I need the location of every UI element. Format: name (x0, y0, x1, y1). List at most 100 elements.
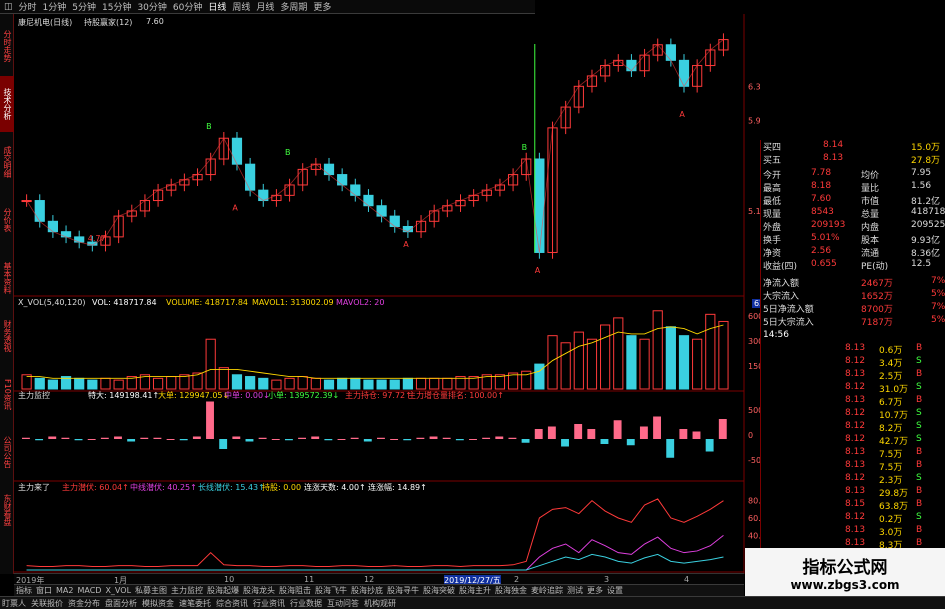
left-tab-3[interactable]: 分价表 (0, 192, 14, 248)
left-tab-0[interactable]: 分时走势 (0, 18, 14, 74)
info-tab-4[interactable]: 模拟资金 (142, 598, 174, 609)
info-tab-2[interactable]: 资金分布 (68, 598, 100, 609)
volume-bar (613, 317, 624, 390)
info-tab-1[interactable]: 关联报价 (31, 598, 63, 609)
period-button-2[interactable]: 1分钟 (43, 0, 67, 13)
candle (47, 220, 58, 233)
volume-bar (415, 377, 427, 390)
indicator-tab-11[interactable]: 股海抄底 (351, 585, 383, 596)
date-label: 2 (514, 575, 520, 584)
trade-tick-row-cell: 42.7万 (879, 437, 909, 447)
period-button-1[interactable]: 分时 (19, 0, 37, 13)
stat-row-cell: 量比 (861, 184, 880, 194)
period-button-8[interactable]: 周线 (232, 0, 250, 13)
main-force-bar (61, 437, 70, 439)
period-button-9[interactable]: 月线 (256, 0, 274, 13)
info-tab-0[interactable]: 盯票人 (2, 598, 26, 609)
volume-bar (692, 338, 703, 390)
trade-tick-row-cell: 10.7万 (879, 411, 909, 421)
left-tab-8[interactable]: 东财看盘 (0, 482, 14, 538)
period-button-7[interactable]: 日线 (208, 0, 226, 13)
info-tab-8[interactable]: 行业数据 (290, 598, 322, 609)
trade-tick-row: 8.13 7.5万 B (761, 447, 945, 460)
indicator-tab-15[interactable]: 股海独金 (495, 585, 527, 596)
indicator-tab-6[interactable]: 主力监控 (171, 585, 203, 596)
volume-tick: 30000 (748, 337, 760, 346)
info-tab-bar: 盯票人 关联报价 资金分布 盘面分析 模拟资金 速笔委托 综合资讯 行业资讯 行业数据 互动问答机… (0, 596, 945, 609)
arrival-tick: 40.00 (748, 531, 760, 540)
indicator-tab-7[interactable]: 股海起爆 (207, 585, 239, 596)
info-tab-3[interactable]: 盘面分析 (105, 598, 137, 609)
arrival-tick: 60.00 (748, 514, 760, 523)
indicator-tab-9[interactable]: 股海阻击 (279, 585, 311, 596)
indicator-tab-1[interactable]: 窗口 (36, 585, 52, 596)
info-tab-7[interactable]: 行业资讯 (253, 598, 285, 609)
indicator-tab-19[interactable]: 设置 (607, 585, 623, 596)
indicator-tab-12[interactable]: 股海寻牛 (387, 585, 419, 596)
price-tick: 6.30 (748, 82, 760, 91)
info-tab-10[interactable]: 机构观研 (364, 598, 396, 609)
candle (323, 163, 335, 176)
main-force-bar (284, 439, 293, 441)
trade-tick-row-cell: B (916, 343, 923, 353)
period-button-6[interactable]: 60分钟 (173, 0, 202, 13)
volume-bar (297, 376, 308, 390)
trade-tick-row-cell: 8.13 (845, 486, 866, 496)
info-tab-5[interactable]: 速笔委托 (179, 598, 211, 609)
period-button-10[interactable]: 多周期 (280, 0, 307, 13)
trade-tick-row-cell: 8.12 (845, 356, 866, 366)
volume-bar (376, 379, 387, 390)
indicator-tab-13[interactable]: 股海突破 (423, 585, 455, 596)
period-button-0[interactable]: ◫ (4, 2, 13, 12)
indicator-tab-0[interactable]: 指标 (16, 585, 32, 596)
period-button-3[interactable]: 5分钟 (72, 0, 96, 13)
left-tab-6[interactable]: F10资讯 (0, 366, 14, 422)
arrival-title: 主力来了 (18, 483, 50, 492)
main-force-bar (100, 437, 109, 439)
arrival-line-2 (26, 553, 724, 571)
force-tick: -50000 (748, 456, 760, 465)
main-force-bar (390, 439, 399, 440)
stat-row-cell: 9.93亿 (911, 236, 941, 246)
left-tab-4[interactable]: 基本资料 (0, 250, 14, 306)
trade-tick-row: 8.13 29.8万 B (761, 486, 945, 499)
trade-tick-row: 8.12 10.7万 S (761, 408, 945, 421)
info-tab-6[interactable]: 综合资讯 (216, 598, 248, 609)
left-tab-1[interactable]: 技术分析 (0, 76, 14, 132)
indicator-tab-5[interactable]: 私募主图 (135, 585, 167, 596)
trade-tick-row-cell: S (916, 408, 922, 418)
indicator-tab-10[interactable]: 股海飞牛 (315, 585, 347, 596)
indicator-tab-8[interactable]: 股海龙头 (243, 585, 275, 596)
indicator-tab-2[interactable]: MA2 (56, 586, 73, 595)
main-force-bar (363, 439, 372, 442)
annotation-A: A (232, 204, 238, 213)
candle (350, 184, 361, 196)
trade-tick-row: 8.13 3.0万 B (761, 525, 945, 538)
main-force-bar (48, 436, 57, 439)
trade-tick-row: 8.15 63.8万 B (761, 499, 945, 512)
indicator-tab-14[interactable]: 股海主升 (459, 585, 491, 596)
stat-row-cell: 股本 (861, 236, 880, 246)
left-tab-2[interactable]: 成交明细 (0, 134, 14, 190)
info-tab-9[interactable]: 互动问答 (327, 598, 359, 609)
indicator-tab-4[interactable]: X_VOL (105, 586, 131, 595)
volume-bar (718, 320, 729, 390)
indicator-tab-3[interactable]: MACD (77, 586, 101, 595)
indicator-tab-18[interactable]: 更多 (587, 585, 603, 596)
left-tab-5[interactable]: 财务透视 (0, 308, 14, 364)
stat-row-cell: 最低 (763, 197, 782, 207)
watermark: 指标公式网 www.zbgs3.com (745, 548, 945, 596)
orderbook-row-cell: 买五 (763, 156, 782, 166)
indicator-tab-17[interactable]: 测试 (567, 585, 583, 596)
annotation-A: A (535, 266, 541, 275)
trade-tick-row-cell: 0.6万 (879, 346, 903, 356)
period-button-4[interactable]: 15分钟 (102, 0, 131, 13)
period-button-5[interactable]: 30分钟 (137, 0, 166, 13)
candle (60, 231, 72, 238)
stat-row-cell: 8.18 (811, 181, 832, 191)
volume-bar (271, 379, 282, 390)
arrival-tick: 80.00 (748, 497, 760, 506)
indicator-tab-16[interactable]: 麦岭追踪 (531, 585, 563, 596)
period-button-11[interactable]: 更多 (313, 0, 331, 13)
left-tab-7[interactable]: 公司公告 (0, 424, 14, 480)
